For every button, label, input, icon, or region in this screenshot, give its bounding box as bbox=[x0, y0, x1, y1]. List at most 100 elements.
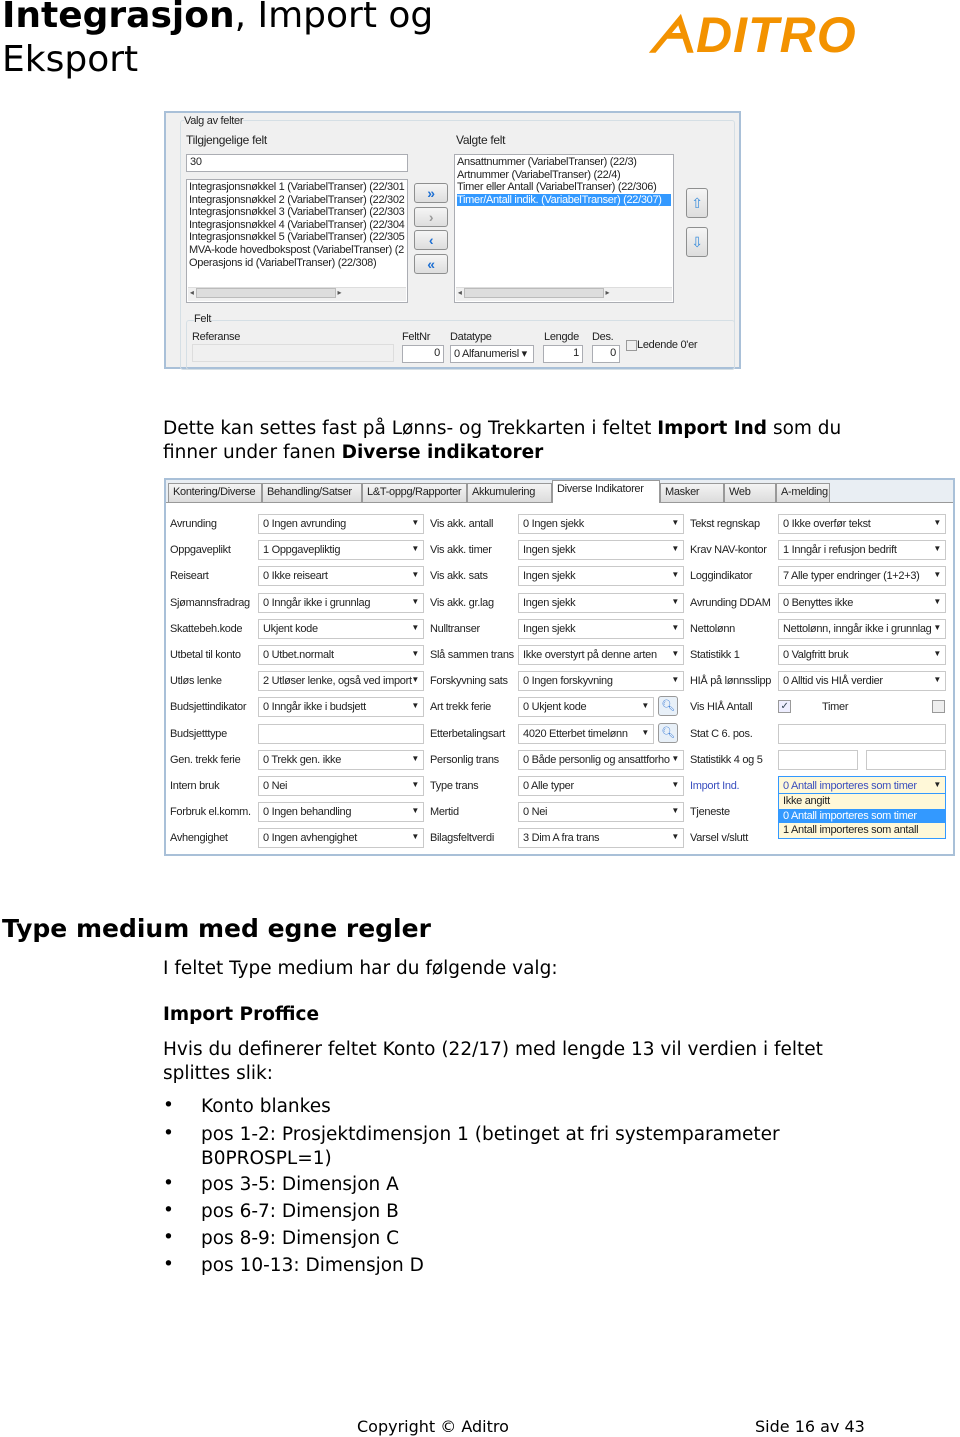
dropdown[interactable]: 0 Inngår ikke i grunnlag ▼ bbox=[258, 592, 424, 613]
dropdown[interactable]: 4020 Etterbet timelønn ▼ bbox=[518, 723, 654, 744]
list-item[interactable]: Ansattnummer (VariabelTranser) (22/3) bbox=[457, 156, 671, 169]
tab-behandling-satser[interactable]: Behandling/Satser bbox=[262, 483, 362, 502]
tab-diverse-indikatorer[interactable]: Diverse Indikatorer bbox=[552, 480, 660, 503]
leading-zero-checkbox[interactable]: Ledende 0'er bbox=[626, 339, 698, 351]
dropdown[interactable]: 0 Valgfritt bruk ▼ bbox=[778, 645, 946, 665]
tab-kontering-diverse[interactable]: Kontering/Diverse bbox=[168, 483, 262, 502]
dropdown[interactable]: 0 Ikke overfør tekst ▼ bbox=[778, 514, 946, 534]
text-input[interactable] bbox=[866, 749, 946, 770]
chevron-down-icon[interactable]: ▼ bbox=[411, 623, 419, 632]
list-item[interactable]: Integrasjonsnøkkel 1 (VariabelTranser) (… bbox=[189, 181, 405, 194]
remove-button[interactable]: ‹ bbox=[414, 230, 448, 250]
dropdown[interactable]: 0 Utbet.normalt ▼ bbox=[258, 645, 424, 665]
chevron-down-icon[interactable]: ▼ bbox=[671, 832, 679, 841]
dropdown[interactable]: Nettolønn, inngår ikke i grunnlag ▼ bbox=[778, 618, 946, 639]
chevron-down-icon[interactable]: ▼ bbox=[641, 701, 649, 710]
chevron-down-icon[interactable]: ▼ bbox=[671, 806, 679, 815]
lookup-search-icon[interactable]: 🔍︎ bbox=[658, 696, 678, 717]
dropdown[interactable]: 1 Inngår i refusjon bedrift ▼ bbox=[778, 540, 946, 561]
move-up-button[interactable]: ⇧ bbox=[686, 188, 708, 218]
tab-akkumulering[interactable]: Akkumulering bbox=[467, 483, 552, 502]
list-item[interactable]: MVA-kode hovedbokspost (VariabelTranser)… bbox=[189, 244, 405, 257]
chevron-down-icon[interactable]: ▼ bbox=[411, 675, 419, 684]
chevron-down-icon[interactable]: ▼ bbox=[411, 570, 419, 579]
lookup-search-icon[interactable]: 🔍︎ bbox=[658, 722, 678, 743]
tab-a-melding[interactable]: A-melding bbox=[776, 483, 830, 502]
dropdown[interactable]: 0 Ingen sjekk ▼ bbox=[518, 514, 684, 534]
dropdown-option[interactable]: 1 Antall importeres som antall bbox=[779, 823, 945, 838]
add-button[interactable]: › bbox=[414, 207, 448, 227]
chevron-down-icon[interactable]: ▼ bbox=[671, 780, 679, 789]
chevron-down-icon[interactable]: ▼ bbox=[411, 597, 419, 606]
chevron-down-icon[interactable]: ▼ bbox=[933, 518, 941, 527]
dropdown[interactable]: 0 Nei ▼ bbox=[518, 802, 684, 823]
tab-l-t-oppg-rapporter[interactable]: L&T-oppg/Rapporter bbox=[362, 483, 467, 502]
chevron-down-icon[interactable]: ▼ bbox=[933, 570, 941, 579]
chevron-down-icon[interactable]: ▼ bbox=[411, 754, 419, 763]
list-item[interactable]: Timer eller Antall (VariabelTranser) (22… bbox=[457, 181, 671, 194]
dropdown-option[interactable]: Ikke angitt bbox=[779, 794, 945, 809]
dropdown[interactable]: 7 Alle typer endringer (1+2+3) ▼ bbox=[778, 566, 946, 587]
dropdown[interactable]: Ukjent kode ▼ bbox=[258, 618, 424, 639]
dropdown[interactable]: 0 Ikke reiseart ▼ bbox=[258, 566, 424, 587]
dropdown[interactable]: 3 Dim A fra trans ▼ bbox=[518, 828, 684, 849]
ref-input[interactable] bbox=[192, 344, 394, 362]
dropdown[interactable]: Ingen sjekk ▼ bbox=[518, 540, 684, 561]
dropdown[interactable]: 0 Benyttes ikke ▼ bbox=[778, 592, 946, 613]
available-list[interactable]: Integrasjonsnøkkel 1 (VariabelTranser) (… bbox=[186, 179, 408, 303]
checkbox-unchecked[interactable] bbox=[932, 700, 945, 714]
chevron-down-icon[interactable]: ▼ bbox=[641, 728, 649, 737]
dropdown[interactable]: Ingen sjekk ▼ bbox=[518, 592, 684, 613]
add-all-button[interactable]: » bbox=[414, 183, 448, 203]
chevron-down-icon[interactable]: ▼ bbox=[671, 570, 679, 579]
list-item[interactable]: Integrasjonsnøkkel 4 (VariabelTranser) (… bbox=[189, 219, 405, 232]
dropdown[interactable]: Ingen sjekk ▼ bbox=[518, 566, 684, 587]
dropdown[interactable]: 0 Både personlig og ansattforho ▼ bbox=[518, 749, 684, 770]
chevron-down-icon[interactable]: ▼ bbox=[411, 544, 419, 553]
chevron-down-icon[interactable]: ▼ bbox=[411, 701, 419, 710]
feltnr-input[interactable]: 0 bbox=[402, 345, 444, 363]
chevron-down-icon[interactable]: ▼ bbox=[411, 832, 419, 841]
chevron-down-icon[interactable]: ▼ bbox=[671, 675, 679, 684]
text-input[interactable] bbox=[258, 723, 424, 744]
search-input[interactable]: 30 bbox=[186, 154, 408, 172]
chevron-down-icon[interactable]: ▼ bbox=[411, 518, 419, 527]
dropdown[interactable]: 0 Alltid vis HIÅ verdier ▼ bbox=[778, 671, 946, 692]
selected-list[interactable]: Ansattnummer (VariabelTranser) (22/3) Art… bbox=[454, 154, 674, 303]
remove-all-button[interactable]: « bbox=[414, 254, 448, 274]
chevron-down-icon[interactable]: ▼ bbox=[933, 597, 941, 606]
chevron-down-icon[interactable]: ▼ bbox=[671, 649, 679, 658]
dropdown[interactable]: 0 Ingen avrunding ▼ bbox=[258, 514, 424, 534]
list-item[interactable]: Integrasjonsnøkkel 5 (VariabelTranser) (… bbox=[189, 231, 405, 244]
dropdown[interactable]: 1 Oppgavepliktig ▼ bbox=[258, 540, 424, 561]
text-input[interactable] bbox=[778, 749, 858, 770]
dropdown[interactable]: 2 Utløser lenke, også ved import ▼ bbox=[258, 671, 424, 692]
dropdown-option[interactable]: 0 Antall importeres som timer bbox=[779, 808, 945, 823]
horizontal-scrollbar-2[interactable]: ◂ ▸ bbox=[456, 287, 672, 301]
dropdown[interactable]: 0 Ingen avhengighet ▼ bbox=[258, 828, 424, 849]
chevron-down-icon[interactable]: ▼ bbox=[411, 780, 419, 789]
move-down-button[interactable]: ⇩ bbox=[686, 227, 708, 257]
dropdown[interactable]: 0 Alle typer ▼ bbox=[518, 776, 684, 796]
chevron-down-icon[interactable]: ▼ bbox=[933, 544, 941, 553]
text-input[interactable] bbox=[778, 723, 946, 744]
chevron-down-icon[interactable]: ▼ bbox=[933, 780, 941, 789]
chevron-down-icon[interactable]: ▼ bbox=[671, 754, 679, 763]
dropdown[interactable]: Ingen sjekk ▼ bbox=[518, 618, 684, 639]
dropdown[interactable]: 0 Inngår ikke i budsjett ▼ bbox=[258, 697, 424, 718]
horizontal-scrollbar[interactable]: ◂ ▸ bbox=[188, 287, 406, 301]
chevron-down-icon[interactable]: ▼ bbox=[671, 544, 679, 553]
chevron-down-icon[interactable]: ▼ bbox=[411, 806, 419, 815]
dropdown[interactable]: 0 Trekk gen. ikke ▼ bbox=[258, 749, 424, 770]
lengde-input[interactable]: 1 bbox=[543, 345, 583, 363]
list-item[interactable]: Operasjons id (VariabelTranser) (22/308) bbox=[189, 257, 405, 270]
dropdown[interactable]: 0 Ingen behandling ▼ bbox=[258, 802, 424, 823]
dropdown[interactable]: Ikke overstyrt på denne arten ▼ bbox=[518, 645, 684, 665]
tab-masker[interactable]: Masker bbox=[660, 483, 724, 502]
list-item[interactable]: Artnummer (VariabelTranser) (22/4) bbox=[457, 169, 671, 182]
dropdown[interactable]: 0 Nei ▼ bbox=[258, 776, 424, 796]
chevron-down-icon[interactable]: ▼ bbox=[933, 675, 941, 684]
dropdown[interactable]: 0 Ingen forskyvning ▼ bbox=[518, 671, 684, 692]
datatype-select[interactable]: 0 Alfanumerisl ▾ bbox=[450, 345, 534, 363]
chevron-down-icon[interactable]: ▼ bbox=[671, 597, 679, 606]
